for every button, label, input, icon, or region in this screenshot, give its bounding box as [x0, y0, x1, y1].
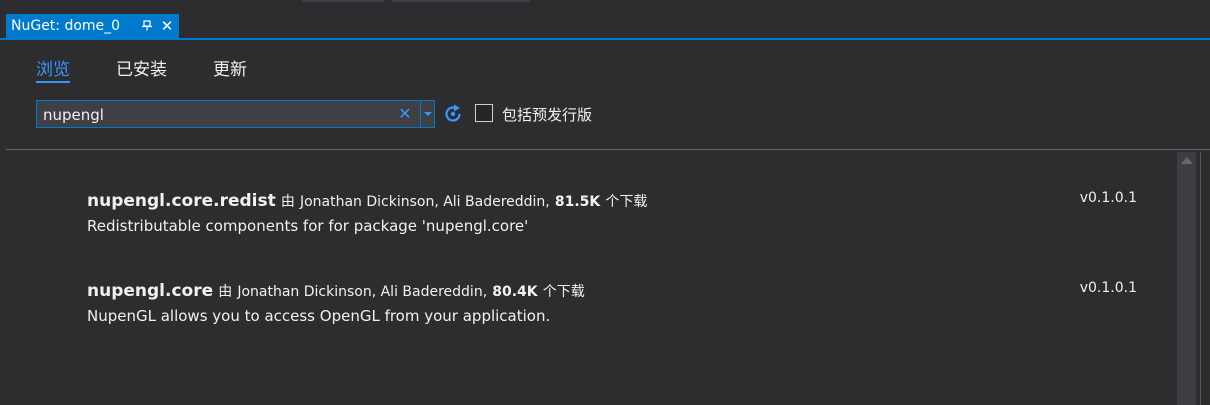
- package-header: nupengl.core 由 Jonathan Dickinson, Ali B…: [87, 280, 1167, 303]
- nuget-window: NuGet: dome_0 ✕ 浏览 已安装 更新 ✕: [0, 0, 1210, 405]
- prerelease-label: 包括预发行版: [502, 106, 593, 124]
- package-downloads-suffix: 个下载: [605, 194, 648, 210]
- inactive-tab-ghost: [392, 0, 530, 2]
- package-version: v0.1.0.1: [1079, 190, 1137, 206]
- scroll-up-arrow-icon[interactable]: [1181, 157, 1193, 164]
- package-authors: Jonathan Dickinson, Ali Badereddin,: [237, 284, 488, 300]
- clear-icon[interactable]: ✕: [396, 103, 414, 125]
- search-input[interactable]: [43, 105, 393, 125]
- package-by: 由: [218, 284, 233, 300]
- package-version: v0.1.0.1: [1079, 280, 1137, 296]
- search-history-dropdown[interactable]: [420, 101, 434, 127]
- package-downloads: 80.4K: [492, 284, 538, 300]
- refresh-icon[interactable]: [442, 103, 464, 125]
- inactive-tab-ghost: [302, 0, 384, 2]
- divider: [6, 149, 1210, 150]
- chevron-down-icon: [424, 112, 432, 116]
- tab-updates[interactable]: 更新: [213, 55, 247, 80]
- document-tab-strip: NuGet: dome_0 ✕: [0, 0, 1210, 38]
- package-description: NupenGL allows you to access OpenGL from…: [87, 307, 551, 325]
- active-tab-indicator: [36, 81, 70, 83]
- package-authors: Jonathan Dickinson, Ali Badereddin,: [299, 194, 550, 210]
- tab-browse-label: 浏览: [36, 60, 70, 80]
- package-by: 由: [280, 194, 295, 210]
- package-header: nupengl.core.redist 由 Jonathan Dickinson…: [87, 190, 1167, 213]
- document-tab-nuget[interactable]: NuGet: dome_0 ✕: [6, 14, 179, 38]
- package-item[interactable]: nupengl.core 由 Jonathan Dickinson, Ali B…: [87, 280, 1167, 325]
- tab-installed-label: 已安装: [116, 60, 167, 80]
- package-item[interactable]: nupengl.core.redist 由 Jonathan Dickinson…: [87, 190, 1167, 235]
- panel-edge: [1200, 152, 1201, 405]
- tab-underline: [0, 38, 1210, 40]
- document-tab-title: NuGet: dome_0: [11, 18, 121, 34]
- package-name: nupengl.core.redist: [87, 191, 276, 211]
- package-downloads: 81.5K: [554, 194, 601, 210]
- tab-installed[interactable]: 已安装: [116, 55, 167, 80]
- prerelease-checkbox[interactable]: [475, 104, 493, 122]
- pin-icon[interactable]: [138, 19, 156, 34]
- tab-browse[interactable]: 浏览: [36, 55, 70, 83]
- tab-updates-label: 更新: [213, 60, 247, 80]
- search-box: ✕: [36, 100, 435, 128]
- vertical-scrollbar[interactable]: [1177, 152, 1196, 405]
- package-name: nupengl.core: [87, 281, 214, 301]
- package-downloads-suffix: 个下载: [542, 284, 585, 300]
- package-description: Redistributable components for for packa…: [87, 217, 529, 235]
- close-icon[interactable]: ✕: [158, 17, 176, 35]
